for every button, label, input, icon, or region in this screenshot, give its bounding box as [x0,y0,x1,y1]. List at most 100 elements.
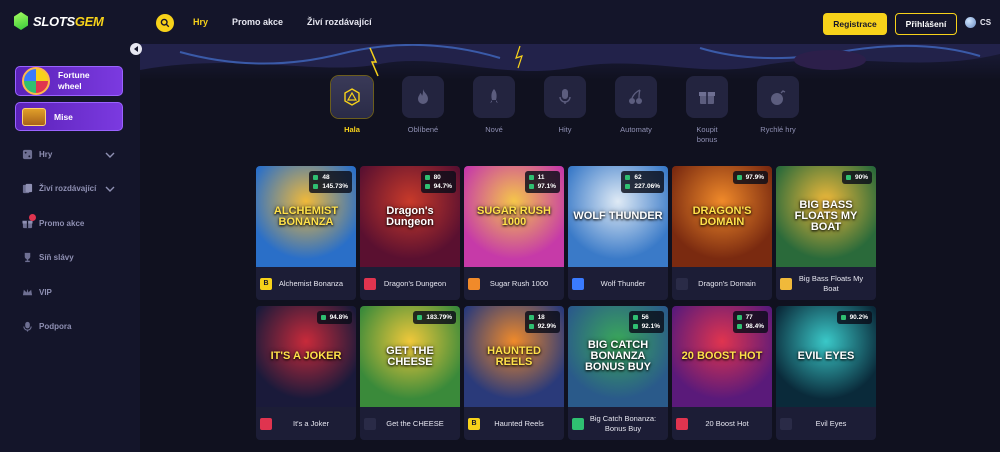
game-thumbnail[interactable]: 20 BOOST HOT 77 98.4% [672,306,772,407]
category-quick-games[interactable]: Rychlé hry [757,76,799,145]
category-lobby[interactable]: Hala [331,76,373,145]
category-favorites[interactable]: Oblíbené [402,76,444,145]
game-thumbnail[interactable]: BIG CATCH BONANZA BONUS BUY 56 92.1% [568,306,668,407]
game-name: Big Bass Floats My Boat [798,273,864,293]
category-hits[interactable]: Hity [544,76,586,145]
game-card[interactable]: ALCHEMIST BONANZA 48 145.73% B Alchemist Bon… [256,166,356,300]
chevron-down-icon[interactable] [105,150,115,160]
game-card-footer[interactable]: 20 Boost Hot [672,407,772,440]
game-thumbnail[interactable]: WOLF THUNDER 62 227.06% [568,166,668,267]
players-count: 48 [322,174,330,181]
collapse-sidebar-button[interactable] [130,43,142,55]
rtp-icon [632,324,638,329]
provider-icon [780,277,792,290]
rtp-icon [528,184,534,189]
game-card-footer[interactable]: B Haunted Reels [464,407,564,440]
missions-card[interactable]: Mise [15,102,123,131]
fortune-wheel-card[interactable]: Fortune wheel [15,66,123,96]
nav-item-games[interactable]: Hry [193,17,208,27]
game-stats-badge: 183.79% [413,311,456,324]
search-icon [160,18,170,28]
game-thumbnail[interactable]: DRAGON'S DOMAIN 97.9% [672,166,772,267]
sidebar-item-vip[interactable]: VIP [22,287,52,298]
players-count: 77 [745,314,753,321]
game-card[interactable]: GET THE CHEESE 183.79% Get the CHEESE [360,306,460,440]
sidebar-item-hall-of-fame[interactable]: Síň slávy [22,252,74,263]
rtp-value: 94.7% [433,183,452,190]
provider-icon [260,417,272,430]
game-thumbnail[interactable]: ALCHEMIST BONANZA 48 145.73% [256,166,356,267]
game-card[interactable]: WOLF THUNDER 62 227.06% Wolf Thunder [568,166,668,300]
game-card-footer[interactable]: It's a Joker [256,407,356,440]
sidebar-item-support[interactable]: Podpora [22,321,71,332]
game-card-footer[interactable]: B Alchemist Bonanza [256,267,356,300]
d20-icon [344,88,360,106]
game-card[interactable]: Dragon's Dungeon 80 94.7% Dragon's Dungeon [360,166,460,300]
game-name: Big Catch Bonanza: Bonus Buy [589,413,657,433]
main-nav: Hry Promo akce Živí rozdávající [193,0,372,44]
category-bonus-buy[interactable]: Koupit bonus [686,76,728,145]
game-card-footer[interactable]: Sugar Rush 1000 [464,267,564,300]
game-card[interactable]: IT'S A JOKER 94.8% It's a Joker [256,306,356,440]
game-card[interactable]: EVIL EYES 90.2% Evil Eyes [776,306,876,440]
game-card-footer[interactable]: Big Bass Floats My Boat [776,267,876,300]
rtp-icon [528,324,534,329]
category-label: Hala [344,125,360,134]
game-card-footer[interactable]: Evil Eyes [776,407,876,440]
logo[interactable]: SLOTSGEM [14,12,104,30]
game-stats-badge: 18 92.9% [524,311,560,333]
crown-icon [22,288,33,296]
game-art-title: BIG CATCH BONANZA BONUS BUY [584,339,651,373]
language-selector[interactable]: CS [965,17,991,28]
players-icon [313,175,319,180]
game-thumbnail[interactable]: GET THE CHEESE 183.79% [360,306,460,407]
rtp-value: 92.1% [641,323,660,330]
game-card[interactable]: 20 BOOST HOT 77 98.4% 20 Boost Hot [672,306,772,440]
headset-icon [23,321,32,332]
search-button[interactable] [156,14,174,32]
chevron-down-icon[interactable] [105,184,115,194]
game-card[interactable]: SUGAR RUSH 1000 11 97.1% Sugar Rush 1000 [464,166,564,300]
game-card[interactable]: HAUNTED REELS 18 92.9% B Haunted Reels [464,306,564,440]
login-button[interactable]: Přihlášení [895,13,957,35]
rtp-icon [845,175,851,180]
game-name: Haunted Reels [494,418,544,428]
game-card[interactable]: BIG BASS FLOATS MY BOAT 90% Big Bass Float… [776,166,876,300]
nav-item-live-dealers[interactable]: Živí rozdávající [307,17,372,27]
sidebar-item-live-dealers[interactable]: Živí rozdávající [22,183,96,194]
category-new[interactable]: Nové [473,76,515,145]
game-card-footer[interactable]: Get the CHEESE [360,407,460,440]
game-thumbnail[interactable]: EVIL EYES 90.2% [776,306,876,407]
rtp-value: 90% [854,174,868,181]
game-art-title: DRAGON'S DOMAIN [692,204,752,228]
game-art-title: Dragon's Dungeon [386,204,434,228]
treasure-chest-icon [22,107,46,126]
game-thumbnail[interactable]: IT'S A JOKER 94.8% [256,306,356,407]
game-card-footer[interactable]: Dragon's Domain [672,267,772,300]
game-card[interactable]: DRAGON'S DOMAIN 97.9% Dragon's Domain [672,166,772,300]
game-thumbnail[interactable]: BIG BASS FLOATS MY BOAT 90% [776,166,876,267]
hero-banner [140,44,1000,80]
register-button[interactable]: Registrace [823,13,887,35]
game-card-footer[interactable]: Dragon's Dungeon [360,267,460,300]
game-thumbnail[interactable]: SUGAR RUSH 1000 11 97.1% [464,166,564,267]
sidebar-item-label: VIP [39,288,52,297]
dice-icon [22,149,33,160]
players-count: 80 [433,174,441,181]
fortune-wheel-label: Fortune wheel [58,70,90,91]
category-slots[interactable]: Automaty [615,76,657,145]
game-thumbnail[interactable]: Dragon's Dungeon 80 94.7% [360,166,460,267]
missions-label: Mise [54,111,73,122]
sidebar-item-games[interactable]: Hry [22,149,52,160]
game-card-footer[interactable]: Big Catch Bonanza: Bonus Buy [568,407,668,440]
game-card-footer[interactable]: Wolf Thunder [568,267,668,300]
players-icon [528,175,534,180]
game-card[interactable]: BIG CATCH BONANZA BONUS BUY 56 92.1% Big Ca… [568,306,668,440]
game-art-title: EVIL EYES [797,350,855,362]
bomb-icon [771,90,786,105]
flame-icon [418,89,428,104]
game-thumbnail[interactable]: HAUNTED REELS 18 92.9% [464,306,564,407]
provider-icon [676,277,688,290]
nav-item-promotions[interactable]: Promo akce [232,17,283,27]
provider-icon [572,277,584,290]
